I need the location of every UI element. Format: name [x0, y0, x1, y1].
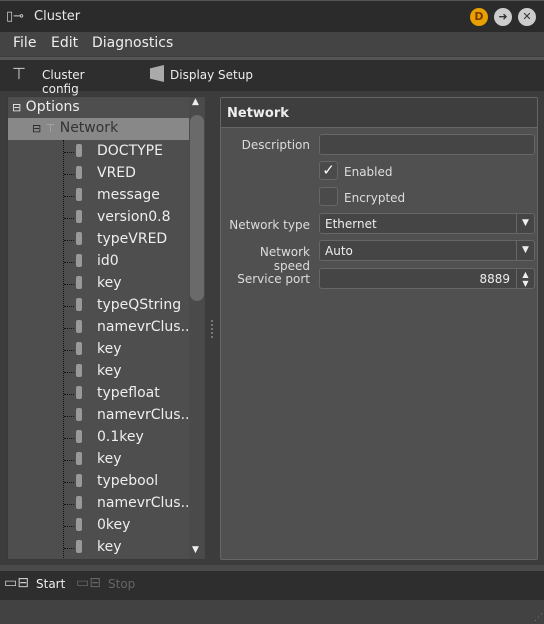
tree-label: typebool: [97, 473, 159, 489]
network-icon: ⊤: [12, 64, 26, 83]
chevron-down-icon[interactable]: ▼: [516, 214, 534, 233]
description-input[interactable]: [319, 134, 535, 155]
start-label: Start: [36, 577, 66, 591]
toolbar: ⊤ Cluster config Display Setup: [0, 57, 544, 96]
menu-bar: File Edit Diagnostics: [0, 32, 544, 56]
tree-label: typeVRED: [97, 231, 168, 247]
network-icon: ⊤: [45, 122, 56, 135]
menu-file[interactable]: File: [13, 35, 36, 51]
start-button[interactable]: ▭⊟ Start: [4, 573, 68, 597]
tree-label: Options: [25, 99, 80, 115]
stop-cluster-icon: ▭⊟: [76, 575, 101, 591]
service-port-label: Service port: [237, 272, 310, 286]
collapse-icon[interactable]: ⊟: [12, 101, 21, 114]
check-icon: ✓: [322, 161, 335, 179]
spin-arrows-icon[interactable]: ▲ ▼: [516, 269, 534, 288]
start-cluster-icon: ▭⊟: [4, 575, 29, 591]
field-icon: [76, 474, 82, 487]
tree-label: typefloat: [97, 385, 160, 401]
cluster-config-label: Cluster config: [42, 68, 85, 96]
enabled-checkbox[interactable]: ✓: [319, 161, 338, 180]
field-icon: [76, 210, 82, 223]
field-icon: [76, 496, 82, 509]
network-type-value: Ethernet: [325, 217, 377, 231]
tree-label: id0: [97, 253, 119, 269]
forward-button[interactable]: ➜: [494, 8, 512, 26]
field-icon: [76, 430, 82, 443]
network-speed-label: Network speed: [259, 245, 310, 273]
field-icon: [76, 298, 82, 311]
encrypted-checkbox[interactable]: [319, 187, 338, 206]
tree-label: key: [97, 363, 122, 379]
menu-diagnostics[interactable]: Diagnostics: [92, 35, 173, 51]
tree-label: key: [97, 341, 122, 357]
field-icon: [76, 320, 82, 333]
network-type-select[interactable]: Ethernet ▼: [319, 213, 535, 234]
tree-label: key: [97, 451, 122, 467]
splitter-handle[interactable]: [211, 320, 213, 338]
network-speed-value: Auto: [325, 244, 353, 258]
field-icon: [76, 540, 82, 553]
network-panel: Network Description ✓ Enabled Encrypted …: [220, 97, 538, 560]
cluster-config-button[interactable]: ⊤ Cluster config: [12, 60, 124, 96]
scrollbar-thumb[interactable]: [190, 115, 204, 301]
tree-label: namevrClus...: [97, 495, 194, 511]
tree-label: typeQString: [97, 297, 182, 313]
encrypted-label: Encrypted: [344, 191, 406, 205]
field-icon: [76, 342, 82, 355]
field-icon: [76, 276, 82, 289]
display-setup-label: Display Setup: [170, 68, 253, 82]
field-icon: [76, 188, 82, 201]
menu-edit[interactable]: Edit: [51, 35, 78, 51]
field-icon: [76, 232, 82, 245]
service-port-value: 8889: [479, 272, 510, 286]
tree-label: namevrClus...: [97, 319, 194, 335]
tree-label: namevrClus...: [97, 407, 194, 423]
d-button[interactable]: D: [470, 8, 488, 26]
resize-grip-icon[interactable]: ⋰: [534, 613, 543, 623]
display-icon: [150, 65, 164, 82]
tree-label: version0.8: [97, 209, 171, 225]
tree-label: message: [97, 187, 160, 203]
scroll-up-icon[interactable]: ▲: [192, 97, 199, 107]
tree-label: VRED: [97, 165, 136, 181]
options-tree[interactable]: ⊟ Options ⊟ ⊤ Network DOCTYPE VRED message…: [7, 96, 206, 560]
bottom-toolbar: ▭⊟ Start ▭⊟ Stop: [0, 565, 544, 601]
window-title: Cluster: [34, 9, 81, 24]
field-icon: [76, 144, 82, 157]
network-type-label: Network type: [229, 218, 310, 232]
tree-label: key: [97, 539, 122, 555]
enabled-label: Enabled: [344, 165, 393, 179]
field-icon: [76, 518, 82, 531]
field-icon: [76, 254, 82, 267]
field-icon: [76, 452, 82, 465]
tree-label: 0key: [97, 517, 131, 533]
panel-title: Network: [221, 98, 537, 128]
service-port-spinbox[interactable]: 8889 ▲ ▼: [319, 268, 535, 289]
field-icon: [76, 408, 82, 421]
tree-label: DOCTYPE: [97, 143, 163, 159]
field-icon: [76, 166, 82, 179]
tree-label: Network: [59, 120, 119, 136]
display-setup-button[interactable]: Display Setup: [148, 60, 253, 88]
field-icon: [76, 364, 82, 377]
app-icon: ▯⊸: [6, 9, 25, 24]
tree-label: key: [97, 275, 122, 291]
close-button[interactable]: ✕: [518, 8, 536, 26]
scroll-down-icon[interactable]: ▼: [192, 545, 199, 555]
collapse-icon[interactable]: ⊟: [32, 122, 41, 135]
stop-button[interactable]: ▭⊟ Stop: [76, 573, 140, 597]
chevron-down-icon[interactable]: ▼: [516, 241, 534, 260]
description-label: Description: [241, 138, 310, 152]
status-bar: ⋰: [0, 600, 544, 624]
tree-label: 0.1key: [97, 429, 144, 445]
network-speed-select[interactable]: Auto ▼: [319, 240, 535, 261]
tree-item-options[interactable]: ⊟ Options: [12, 99, 192, 115]
tree-item-network[interactable]: ⊟ ⊤ Network: [8, 118, 190, 140]
title-bar: ▯⊸ Cluster D ➜ ✕: [0, 0, 544, 32]
stop-label: Stop: [108, 577, 136, 591]
field-icon: [76, 386, 82, 399]
